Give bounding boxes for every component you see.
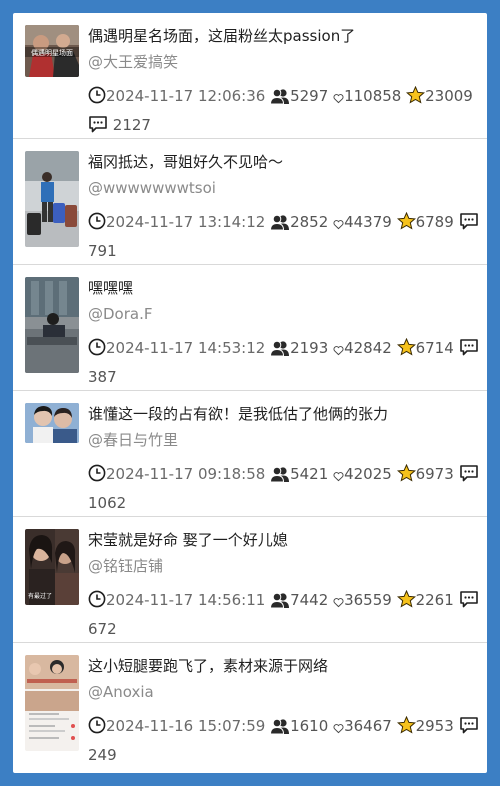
- comment-icon[interactable]: [459, 338, 479, 364]
- favorites-count: 6973: [415, 465, 454, 483]
- post-time: 2024-11-17 14:53:12: [106, 339, 266, 357]
- post-item[interactable]: 有最过了 宋莹就是好命 娶了一个好儿媳 @铭钰店铺 2024-11-17 14:…: [13, 517, 487, 643]
- favorites-count: 2953: [415, 717, 454, 735]
- views-count: 2852: [290, 213, 329, 231]
- post-thumbnail[interactable]: 有最过了: [25, 529, 79, 605]
- views-count: 7442: [290, 591, 329, 609]
- post-title[interactable]: 谁懂这一段的占有欲！是我低估了他俩的张力: [88, 403, 388, 425]
- post-thumbnail[interactable]: [25, 151, 79, 247]
- people-icon: [270, 716, 290, 742]
- post-author[interactable]: @Dora.F: [88, 303, 152, 325]
- clock-icon: [88, 464, 106, 490]
- people-icon: [270, 338, 290, 364]
- likes-count: 42842: [344, 339, 392, 357]
- clock-icon: [88, 338, 106, 364]
- views-count: 5421: [290, 465, 329, 483]
- post-title[interactable]: 嘿嘿嘿: [88, 277, 133, 299]
- post-time: 2024-11-17 14:56:11: [106, 591, 266, 609]
- star-icon[interactable]: [396, 589, 416, 616]
- post-list: 偶遇明星场面 偶遇明星名场面，这届粉丝太passion了 @大王爱搞笑 2024…: [13, 13, 487, 773]
- clock-icon: [88, 716, 106, 742]
- comments-count: 1062: [88, 494, 127, 512]
- views-count: 5297: [290, 87, 329, 105]
- post-thumbnail[interactable]: [25, 403, 79, 443]
- star-icon[interactable]: [396, 463, 416, 490]
- post-time: 2024-11-17 12:06:36: [106, 87, 266, 105]
- star-icon[interactable]: [396, 211, 416, 238]
- svg-text:有最过了: 有最过了: [28, 592, 52, 600]
- likes-count: 36467: [344, 717, 392, 735]
- post-title[interactable]: 福冈抵达，哥姐好久不见哈～: [88, 151, 283, 173]
- post-stats: 2024-11-17 14:56:11 7442 36559 2261 672: [88, 587, 480, 642]
- comment-icon[interactable]: [459, 464, 479, 490]
- comments-count: 672: [88, 620, 117, 638]
- post-item[interactable]: 嘿嘿嘿 @Dora.F 2024-11-17 14:53:12 2193 428…: [13, 265, 487, 391]
- post-stats: 2024-11-16 15:07:59 1610 36467 2953 249: [88, 713, 480, 768]
- star-icon[interactable]: [406, 85, 426, 112]
- post-time: 2024-11-17 13:14:12: [106, 213, 266, 231]
- views-count: 2193: [290, 339, 329, 357]
- post-title[interactable]: 偶遇明星名场面，这届粉丝太passion了: [88, 25, 355, 47]
- heart-icon[interactable]: [333, 86, 344, 112]
- heart-icon[interactable]: [333, 716, 344, 742]
- post-time: 2024-11-17 09:18:58: [106, 465, 266, 483]
- post-title[interactable]: 宋莹就是好命 娶了一个好儿媳: [88, 529, 288, 551]
- comment-icon[interactable]: [459, 590, 479, 616]
- svg-text:偶遇明星场面: 偶遇明星场面: [31, 48, 73, 57]
- post-title[interactable]: 这小短腿要跑飞了，素材来源于网络: [88, 655, 328, 677]
- comment-icon[interactable]: [459, 212, 479, 238]
- post-thumbnail[interactable]: [25, 655, 79, 751]
- likes-count: 110858: [344, 87, 402, 105]
- star-icon[interactable]: [396, 337, 416, 364]
- comments-count: 791: [88, 242, 117, 260]
- post-item[interactable]: 这小短腿要跑飞了，素材来源于网络 @Anoxia 2024-11-16 15:0…: [13, 643, 487, 769]
- favorites-count: 6714: [415, 339, 454, 357]
- people-icon: [270, 212, 290, 238]
- views-count: 1610: [290, 717, 329, 735]
- people-icon: [270, 86, 290, 112]
- favorites-count: 23009: [425, 87, 473, 105]
- post-time: 2024-11-16 15:07:59: [106, 717, 266, 735]
- comments-count: 387: [88, 368, 117, 386]
- likes-count: 44379: [344, 213, 392, 231]
- likes-count: 36559: [344, 591, 392, 609]
- clock-icon: [88, 212, 106, 238]
- heart-icon[interactable]: [333, 590, 344, 616]
- star-icon[interactable]: [396, 715, 416, 742]
- comments-count: 2127: [112, 116, 151, 134]
- people-icon: [270, 590, 290, 616]
- post-stats: 2024-11-17 13:14:12 2852 44379 6789 791: [88, 209, 480, 264]
- people-icon: [270, 464, 290, 490]
- post-author[interactable]: @wwwwwwwtsoi: [88, 177, 216, 199]
- post-stats: 2024-11-17 09:18:58 5421 42025 6973 1062: [88, 461, 480, 516]
- heart-icon[interactable]: [333, 338, 344, 364]
- clock-icon: [88, 86, 106, 112]
- post-item[interactable]: 福冈抵达，哥姐好久不见哈～ @wwwwwwwtsoi 2024-11-17 13…: [13, 139, 487, 265]
- post-author[interactable]: @Anoxia: [88, 681, 154, 703]
- clock-icon: [88, 590, 106, 616]
- comment-icon[interactable]: [88, 115, 108, 141]
- post-stats: 2024-11-17 12:06:36 5297 110858 23009 21…: [88, 83, 480, 141]
- post-item[interactable]: 谁懂这一段的占有欲！是我低估了他俩的张力 @春日与竹里 2024-11-17 0…: [13, 391, 487, 517]
- favorites-count: 2261: [415, 591, 454, 609]
- post-thumbnail[interactable]: 偶遇明星场面: [25, 25, 79, 77]
- post-author[interactable]: @铭钰店铺: [88, 555, 163, 577]
- post-author[interactable]: @大王爱搞笑: [88, 51, 178, 73]
- comments-count: 249: [88, 746, 117, 764]
- likes-count: 42025: [344, 465, 392, 483]
- post-author[interactable]: @春日与竹里: [88, 429, 178, 451]
- favorites-count: 6789: [415, 213, 454, 231]
- post-stats: 2024-11-17 14:53:12 2193 42842 6714 387: [88, 335, 480, 390]
- post-thumbnail[interactable]: [25, 277, 79, 373]
- heart-icon[interactable]: [333, 212, 344, 238]
- comment-icon[interactable]: [459, 716, 479, 742]
- post-item[interactable]: 偶遇明星场面 偶遇明星名场面，这届粉丝太passion了 @大王爱搞笑 2024…: [13, 13, 487, 139]
- heart-icon[interactable]: [333, 464, 344, 490]
